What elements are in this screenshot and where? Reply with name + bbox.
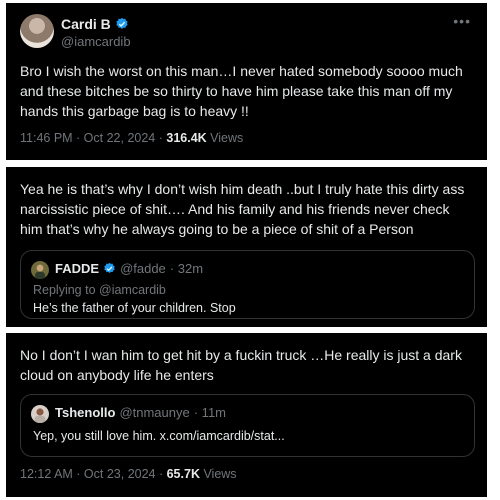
ellipsis-icon[interactable]: ••• [453, 13, 471, 29]
quote-time: · 32m [169, 261, 204, 276]
tweet-card-reply-1: Yea he is that’s why I don’t wish him de… [6, 167, 487, 327]
view-count: 65.7K [166, 467, 200, 481]
tweet-card-reply-2: No I don’t I wan him to get hit by a fuc… [6, 333, 487, 497]
tweet-text: Yea he is that’s why I don’t wish him de… [20, 181, 465, 237]
views-label: Views [199, 467, 237, 481]
view-count: 316.4K [166, 131, 207, 145]
quote-avatar [31, 261, 49, 279]
tweet-text: Bro I wish the worst on this man…I never… [20, 63, 463, 119]
quote-author-name: FADDE [55, 261, 100, 276]
author-row: Cardi B [61, 16, 129, 32]
tweet-timestamp[interactable]: 11:46 PM · Oct 22, 2024 · [20, 131, 166, 145]
quote-author-name: Tshenollo [55, 405, 116, 420]
quote-author-handle: @tnmaunye [119, 405, 190, 420]
avatar[interactable] [20, 14, 54, 48]
quoted-tweet[interactable]: Tshenollo @tnmaunye · 11m Yep, you still… [20, 394, 475, 457]
quote-author-row: FADDE @fadde · 32m [55, 261, 203, 276]
verified-badge-icon [104, 262, 115, 273]
author-handle[interactable]: @iamcardib [61, 34, 131, 49]
tweet-card-main: Cardi B @iamcardib ••• Bro I wish the wo… [6, 3, 487, 160]
quote-avatar [31, 405, 49, 423]
quote-author-handle: @fadde [120, 261, 166, 276]
tweet-meta: 12:12 AM · Oct 23, 2024 · 65.7K Views [20, 467, 237, 481]
views-label: Views [206, 131, 244, 145]
quote-text: He’s the father of your children. Stop [33, 301, 236, 315]
quote-text: Yep, you still love him. x.com/iamcardib… [33, 429, 285, 443]
verified-badge-icon [116, 17, 128, 29]
author-name[interactable]: Cardi B [61, 16, 111, 32]
tweet-text: No I don’t I wan him to get hit by a fuc… [20, 347, 462, 383]
quoted-tweet[interactable]: FADDE @fadde · 32m Replying to @iamcardi… [20, 250, 475, 319]
quote-author-row: Tshenollo @tnmaunye · 11m [55, 405, 226, 420]
tweet-timestamp[interactable]: 12:12 AM · Oct 23, 2024 · [20, 467, 167, 481]
tweet-meta: 11:46 PM · Oct 22, 2024 · 316.4K Views [20, 131, 243, 145]
replying-to: Replying to @iamcardib [33, 283, 166, 297]
quote-time: · 11m [193, 405, 226, 420]
